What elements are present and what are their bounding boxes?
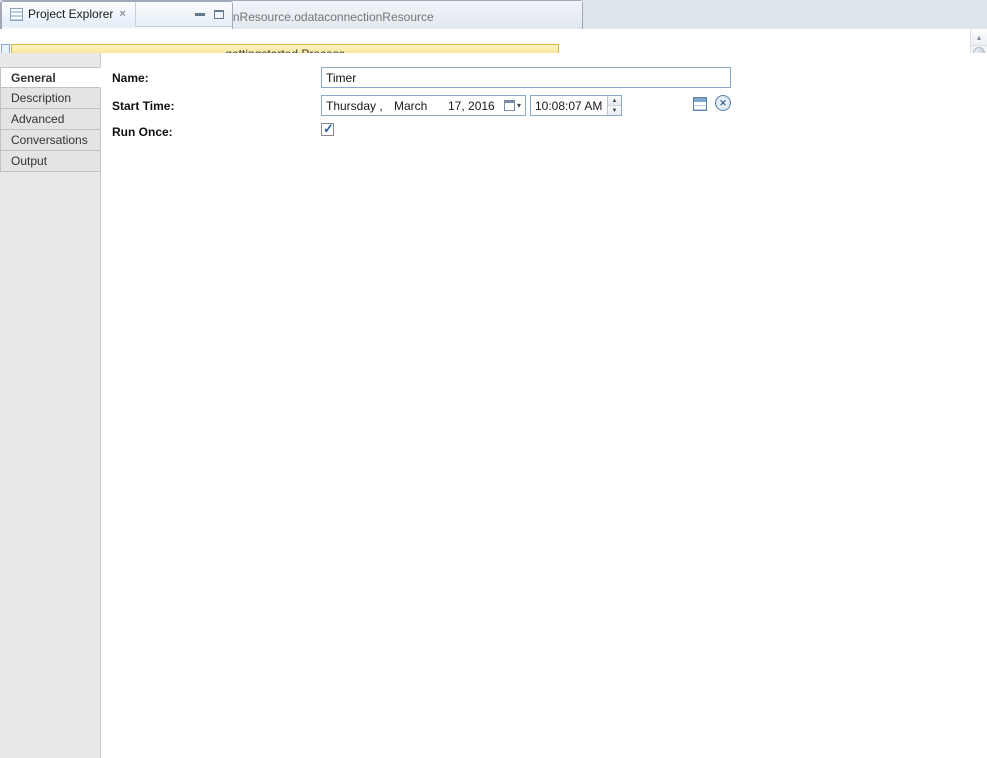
project-explorer-tab[interactable]: Project Explorer × [2,2,136,27]
properties-side-tabs: General Description Advanced Conversatio… [0,53,101,758]
spinner-buttons: ▲ ▼ [607,96,621,115]
project-explorer-header: Project Explorer × [2,2,232,27]
calendar-icon[interactable] [504,100,515,111]
project-explorer-icon [10,8,23,21]
side-tab-advanced[interactable]: Advanced [0,109,101,130]
workbench-window: Project Explorer × ⇄ ◎ ▾ ▾ gettingstarte… [0,0,987,758]
start-time-label: Start Time: [112,99,174,113]
spin-up-icon[interactable]: ▲ [608,96,621,106]
date-value[interactable]: 17, 2016 [448,99,502,113]
spin-down-icon[interactable]: ▼ [608,106,621,115]
time-spinner[interactable]: 10:08:07 AM ▲ ▼ [530,95,622,116]
run-once-checkbox[interactable] [321,123,334,136]
name-input[interactable] [321,67,731,88]
close-icon[interactable]: × [118,8,126,20]
scroll-up-icon[interactable]: ▴ [971,29,987,46]
project-explorer-window-buttons [195,10,232,19]
chevron-down-icon[interactable]: ▾ [517,101,521,110]
properties-body: General Description Advanced Conversatio… [0,53,987,758]
clear-icon[interactable]: ✕ [715,95,731,111]
date-picker[interactable]: Thursday , March 17, 2016 ▾ [321,95,526,116]
name-label: Name: [112,71,149,85]
date-day-value[interactable]: Thursday , [326,99,392,113]
side-tab-output[interactable]: Output [0,151,101,172]
side-tab-general[interactable]: General [0,67,101,88]
schedule-table-icon[interactable] [693,97,707,111]
general-form: Name: Start Time: Thursday , March 17, 2… [101,53,987,758]
run-once-label: Run Once: [112,125,173,139]
side-tab-description[interactable]: Description [0,88,101,109]
project-explorer-title: Project Explorer [28,7,113,21]
side-tab-conversations[interactable]: Conversations [0,130,101,151]
maximize-icon[interactable] [214,10,224,19]
minimize-icon[interactable] [195,13,205,16]
date-month-value[interactable]: March [394,99,446,113]
time-value[interactable]: 10:08:07 AM [535,99,602,113]
